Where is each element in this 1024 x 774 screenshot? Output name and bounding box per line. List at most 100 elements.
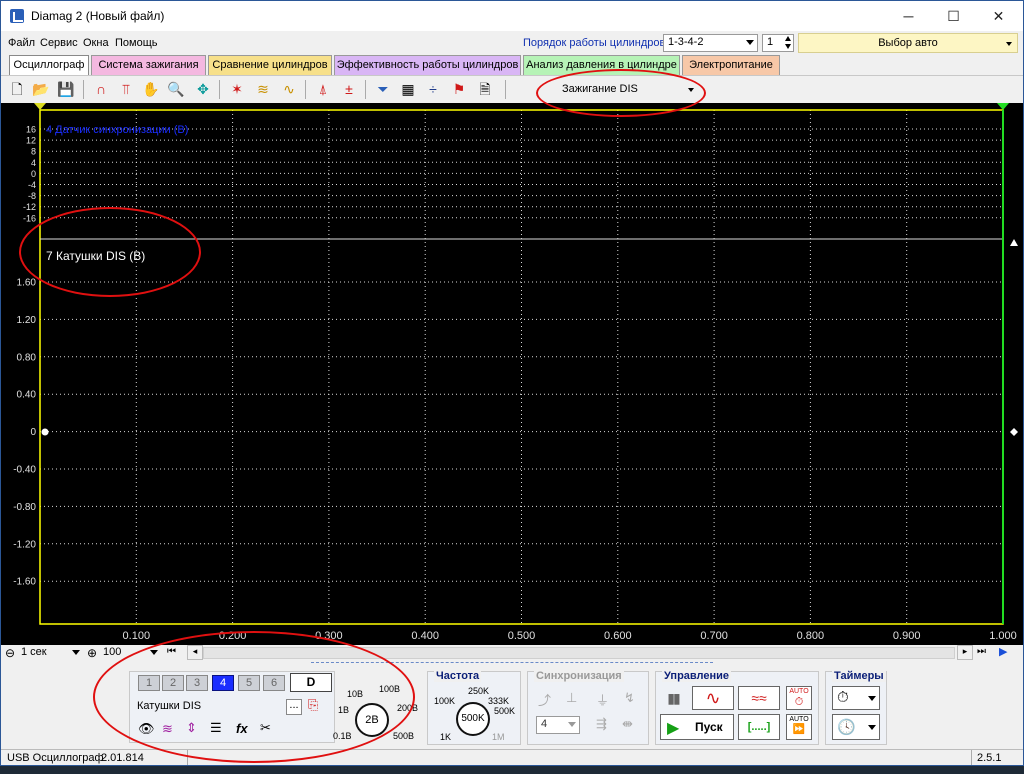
- sync-title: Синхронизация: [534, 670, 624, 682]
- minimize-button[interactable]: ─: [886, 1, 931, 31]
- firing-order-select[interactable]: 1-3-4-2: [663, 34, 758, 52]
- time-tick-label: 0.700: [700, 630, 728, 642]
- zoom-in-icon[interactable]: ⊕: [87, 646, 97, 660]
- maximize-button[interactable]: ☐: [931, 1, 976, 31]
- control-title: Управление: [662, 670, 732, 682]
- auto-select-dropdown[interactable]: Выбор авто: [798, 33, 1018, 53]
- tab-cylinder-comparison[interactable]: Сравнение цилиндров: [208, 55, 332, 75]
- spin-up-icon[interactable]: [785, 36, 791, 41]
- title-bar: Diamag 2 (Новый файл) ─ ☐ ✕: [1, 1, 1023, 31]
- channel7-tick-label: 1.20: [17, 315, 37, 326]
- sync-sort-icon[interactable]: ⇶: [596, 716, 607, 732]
- toolbar-divider: [83, 80, 84, 99]
- status-bar: USB Осциллограф 2.01.814 2.5.1: [1, 749, 1023, 765]
- zero-level-icon[interactable]: ±: [339, 79, 359, 99]
- frame-button[interactable]: [.....]: [738, 714, 780, 740]
- wave-pattern-icon[interactable]: ∿: [279, 79, 299, 99]
- flag-icon[interactable]: ⚑: [449, 79, 469, 99]
- frequency-knob[interactable]: 500K: [456, 702, 490, 736]
- timer1-button[interactable]: ⏱: [832, 686, 880, 710]
- sync-collapse-icon[interactable]: ⇼: [622, 716, 633, 732]
- save-icon[interactable]: 💾: [56, 79, 76, 99]
- app-version: 2.01.814: [101, 752, 144, 764]
- tree-filter-icon[interactable]: ✥: [193, 79, 213, 99]
- sync-group: Синхронизация ⤴ ⊥ ⏚ ↯ 4 ⇶ ⇼: [527, 670, 649, 745]
- cylinder-spinner[interactable]: 1: [762, 34, 794, 52]
- noise-wave-button[interactable]: ≈≈: [738, 686, 780, 710]
- play-icon[interactable]: ▶: [999, 645, 1007, 658]
- tab-ignition-system[interactable]: Система зажигания: [91, 55, 206, 75]
- tab-oscilloscope[interactable]: Осциллограф: [9, 55, 89, 75]
- channel4-axis: 1612840-4-8-12-16: [23, 125, 36, 224]
- tab-cylinder-efficiency[interactable]: Эффективность работы цилиндров: [334, 55, 521, 75]
- cursor-marker-icon[interactable]: [997, 103, 1009, 110]
- auto-range-button[interactable]: AUTO ⏱: [786, 686, 812, 710]
- filter-icon[interactable]: ⏷: [373, 79, 393, 99]
- frequency-title: Частота: [434, 670, 482, 682]
- toolbar-divider: [505, 80, 506, 99]
- trigger-auto-icon[interactable]: ↯: [624, 690, 635, 706]
- pause-button[interactable]: ▮▮: [660, 686, 686, 710]
- channel7-tick-label: 0.40: [17, 390, 37, 401]
- channel7-tick-label: -1.20: [13, 539, 36, 550]
- zero-level-marker-icon[interactable]: [41, 428, 49, 436]
- menu-help[interactable]: Помощь: [115, 37, 158, 49]
- horseshoe-icon[interactable]: ∩: [91, 79, 111, 99]
- channel7-tick-label: 1.60: [17, 278, 37, 289]
- auto-select-label: Выбор авто: [878, 37, 938, 49]
- window-title: Diamag 2 (Новый файл): [31, 9, 165, 23]
- waves-icon[interactable]: ≋: [253, 79, 273, 99]
- menu-file[interactable]: Файл: [8, 37, 35, 49]
- cylinder-value: 1: [767, 36, 774, 48]
- sine-wave-button[interactable]: ∿: [692, 686, 734, 710]
- auto-trigger-icon[interactable]: ⍋: [313, 79, 333, 99]
- trigger-level-icon[interactable]: ⊥: [566, 690, 577, 706]
- chevron-down-icon: [1006, 42, 1012, 46]
- oscilloscope-display[interactable]: 16 12 8 4 0 -4 -8 -12 -16 1.60 1.20 0.80 0.40 0 -0.40…: [1, 103, 1023, 645]
- table-icon[interactable]: ▦: [398, 79, 418, 99]
- annotation-ellipse-controls: [93, 631, 415, 763]
- split-icon[interactable]: ÷: [423, 79, 443, 99]
- channel-arrow-icon: [1010, 239, 1018, 246]
- freq-label-500k: 500K: [494, 706, 516, 716]
- hand-pan-icon[interactable]: ✋: [141, 79, 161, 99]
- channel7-tick-label: -1.60: [13, 577, 36, 588]
- start-button[interactable]: ▶ Пуск: [660, 714, 734, 740]
- zoom-out-icon[interactable]: ⊖: [5, 646, 15, 660]
- channel4-tick-label: -12: [23, 202, 36, 212]
- rising-edge-icon[interactable]: ⤴: [538, 690, 551, 709]
- open-folder-icon[interactable]: 📂: [31, 79, 51, 99]
- app-logo-icon: [10, 9, 24, 23]
- auto-range-label: AUTO: [789, 688, 809, 695]
- tab-power-supply[interactable]: Электропитание: [682, 55, 780, 75]
- toolbar: 🗋 📂 💾 ∩ ⫪ ✋ 🔍 ✥ ✶ ≋ ∿ ⍋ ± ⏷ ▦ ÷ ⚑ 🗎: [1, 75, 1023, 103]
- menu-windows[interactable]: Окна: [83, 37, 109, 49]
- trigger-ground-icon[interactable]: ⏚: [596, 690, 609, 709]
- scroll-right-icon[interactable]: ▸: [957, 645, 973, 660]
- channel7-tick-label: -0.40: [13, 465, 36, 476]
- new-file-icon[interactable]: 🗋: [7, 79, 27, 99]
- auto-start-button[interactable]: AUTO ⏩: [786, 714, 812, 740]
- last-page-icon[interactable]: ⏭: [977, 646, 986, 657]
- timebase-select[interactable]: 1 сек: [19, 645, 83, 661]
- document-icon[interactable]: 🗎: [475, 79, 495, 99]
- right-level-marker-icon[interactable]: [1010, 428, 1018, 436]
- freq-label-250k: 250K: [468, 686, 490, 696]
- freq-label-1m: 1M: [492, 732, 505, 742]
- crosshair-icon[interactable]: ✶: [227, 79, 247, 99]
- channel4-tick-label: 4: [31, 158, 36, 168]
- menu-service[interactable]: Сервис: [40, 37, 78, 49]
- timebase-value: 1 сек: [21, 646, 47, 658]
- close-button[interactable]: ✕: [976, 1, 1021, 31]
- measure-icon[interactable]: ⫪: [116, 79, 136, 99]
- channel4-tick-label: 12: [26, 136, 36, 146]
- zoom-icon[interactable]: 🔍: [166, 79, 186, 99]
- sync-channel-select[interactable]: 4: [536, 716, 580, 734]
- time-tick-label: 0.400: [411, 630, 439, 642]
- spin-down-icon[interactable]: [785, 44, 791, 49]
- noise-wave-icon: ≈≈: [751, 690, 767, 706]
- timers-title: Таймеры: [832, 670, 886, 682]
- start-marker-icon[interactable]: [34, 103, 46, 110]
- chevron-down-icon: [72, 650, 80, 655]
- timer2-button[interactable]: 🕓: [832, 714, 880, 740]
